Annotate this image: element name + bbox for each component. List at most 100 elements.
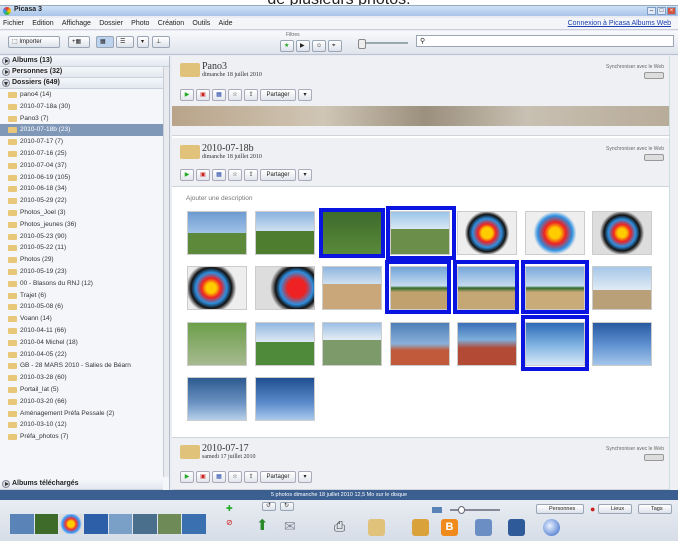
account-link[interactable]: Connexion à Picasa Albums Web (565, 19, 674, 28)
star-button[interactable]: ☆ (228, 89, 242, 101)
view-list-button[interactable]: ☰ (116, 36, 134, 48)
share-button[interactable]: Partager (260, 169, 296, 181)
photo-thumbnail[interactable] (187, 377, 247, 421)
sync-toggle[interactable] (644, 454, 664, 461)
sidebar-folder-item[interactable]: 2010-07-04 (37) (0, 160, 169, 172)
photo-thumbnail[interactable] (322, 322, 382, 366)
sidebar-folder-item[interactable]: 2010-05-08 (6) (0, 301, 169, 313)
rotate-left-button[interactable]: ↺ (262, 502, 276, 511)
menu-affichage[interactable]: Affichage (59, 19, 94, 28)
sidebar-folder-item[interactable]: Portail_lat (5) (0, 384, 169, 396)
sidebar-folder-item[interactable]: pano4 (14) (0, 89, 169, 101)
people-section[interactable]: Personnes (32) (0, 67, 169, 78)
photo-thumbnail[interactable] (390, 322, 450, 366)
tree-view-button[interactable]: ⊥ (152, 36, 170, 48)
menu-creation[interactable]: Création (155, 19, 187, 28)
library-scrollbar[interactable] (669, 56, 678, 490)
sync-toggle[interactable] (644, 154, 664, 161)
expand-downloaded-icon[interactable] (2, 480, 10, 488)
sidebar-folder-item[interactable]: 2010-05-29 (22) (0, 195, 169, 207)
sidebar-folder-item[interactable]: 2010-03-28 (60) (0, 372, 169, 384)
filter-video-button[interactable]: ▶ (296, 40, 310, 52)
upload-button[interactable]: ⇪ (244, 89, 258, 101)
sync-toggle[interactable] (644, 72, 664, 79)
sidebar-folder-item[interactable]: 2010-06-19 (105) (0, 172, 169, 184)
expand-albums-icon[interactable] (2, 57, 10, 65)
folders-section[interactable]: Dossiers (649) (0, 78, 169, 89)
folder-name[interactable]: 2010-07-17 (202, 443, 249, 454)
photo-thumbnail[interactable] (592, 211, 652, 255)
filter-star-button[interactable]: ★ (280, 40, 294, 52)
sidebar-folder-item[interactable]: 2010-04-11 (66) (0, 325, 169, 337)
downloaded-albums-section[interactable]: Albums téléchargés (0, 479, 163, 490)
photo-thumbnail[interactable] (187, 322, 247, 366)
print-button[interactable]: ▣ (196, 471, 210, 483)
upload-button[interactable]: ⇪ (244, 471, 258, 483)
clear-icon[interactable]: ⊘ (226, 518, 234, 527)
sidebar-folder-item[interactable]: 2010-06-18 (34) (0, 183, 169, 195)
share-dropdown[interactable]: ▾ (298, 89, 312, 101)
slideshow-button[interactable]: ▶ (180, 471, 194, 483)
photo-thumbnail[interactable] (457, 211, 517, 255)
sort-dropdown[interactable]: ▾ (137, 36, 149, 48)
menu-dossier[interactable]: Dossier (96, 19, 126, 28)
albums-section[interactable]: Albums (13) (0, 56, 169, 67)
minimize-button[interactable]: – (647, 7, 656, 15)
sidebar-folder-item[interactable]: 00 - Blasons du RNJ (12) (0, 278, 169, 290)
close-button[interactable]: × (667, 7, 676, 15)
sidebar-folder-item[interactable]: 2010-05-23 (90) (0, 231, 169, 243)
sidebar-folder-item[interactable]: 2010-07-17 (7) (0, 136, 169, 148)
email-icon[interactable]: ✉ (284, 518, 301, 535)
upload-icon[interactable]: ⬆ (256, 518, 273, 535)
folder-name[interactable]: 2010-07-18b (202, 143, 254, 154)
filter-geo-button[interactable]: ⌖ (328, 40, 342, 52)
google-earth-icon[interactable] (543, 519, 560, 536)
filter-faces-button[interactable]: ☺ (312, 40, 326, 52)
photo-thumbnail[interactable] (187, 266, 247, 310)
menu-outils[interactable]: Outils (189, 19, 213, 28)
photo-thumbnail[interactable] (592, 266, 652, 310)
star-button[interactable]: ☆ (228, 169, 242, 181)
photo-thumbnail[interactable] (255, 377, 315, 421)
collage-icon[interactable] (412, 519, 429, 536)
share-button[interactable]: Partager (260, 471, 296, 483)
collage-button[interactable]: ▦ (212, 471, 226, 483)
print-icon[interactable]: ⎙ (334, 518, 351, 535)
hold-icon[interactable]: ✚ (226, 504, 234, 513)
sidebar-folder-item[interactable]: 2010-04-05 (22) (0, 349, 169, 361)
photo-thumbnail[interactable] (322, 266, 382, 310)
blogger-icon[interactable]: B (441, 519, 458, 536)
places-button[interactable]: Lieux (598, 504, 632, 514)
folder-name[interactable]: Pano3 (202, 61, 227, 72)
sidebar-folder-item[interactable]: Photos (29) (0, 254, 169, 266)
rotate-right-button[interactable]: ↻ (280, 502, 294, 511)
sidebar-folder-item[interactable]: 2010-07-16 (25) (0, 148, 169, 160)
add-description-link[interactable]: Ajouter une description (186, 195, 253, 202)
expand-people-icon[interactable] (2, 68, 10, 76)
sidebar-scrollbar[interactable] (163, 67, 169, 477)
sidebar-folder-item[interactable]: Voann (14) (0, 313, 169, 325)
collapse-folders-icon[interactable] (2, 79, 10, 87)
share-dropdown[interactable]: ▾ (298, 169, 312, 181)
sidebar-folder-item[interactable]: Aménagement Préfa Pessale (2) (0, 408, 169, 420)
photo-thumbnail[interactable] (255, 211, 315, 255)
photo-thumbnail[interactable] (592, 322, 652, 366)
sidebar-folder-item[interactable]: Trajet (6) (0, 290, 169, 302)
menu-fichier[interactable]: Fichier (0, 19, 27, 28)
photo-thumbnail[interactable] (255, 322, 315, 366)
menu-edition[interactable]: Edition (29, 19, 56, 28)
view-thumbnails-button[interactable]: ▦ (96, 36, 114, 48)
collage-button[interactable]: ▦ (212, 89, 226, 101)
tray-thumbnails[interactable] (10, 514, 206, 534)
menu-aide[interactable]: Aide (216, 19, 236, 28)
people-button[interactable]: Personnes (536, 504, 584, 514)
slideshow-button[interactable]: ▶ (180, 169, 194, 181)
export-folder-icon[interactable] (368, 519, 385, 536)
share-dropdown[interactable]: ▾ (298, 471, 312, 483)
search-input[interactable]: ⚲ (416, 35, 674, 47)
sidebar-folder-item[interactable]: 2010-04 Michel (18) (0, 337, 169, 349)
photo-thumbnail[interactable] (457, 322, 517, 366)
print-button[interactable]: ▣ (196, 169, 210, 181)
sidebar-folder-item[interactable]: GB - 28 MARS 2010 - Salies de Béarn (0, 360, 169, 372)
sidebar-folder-item[interactable]: Pano3 (7) (0, 113, 169, 125)
